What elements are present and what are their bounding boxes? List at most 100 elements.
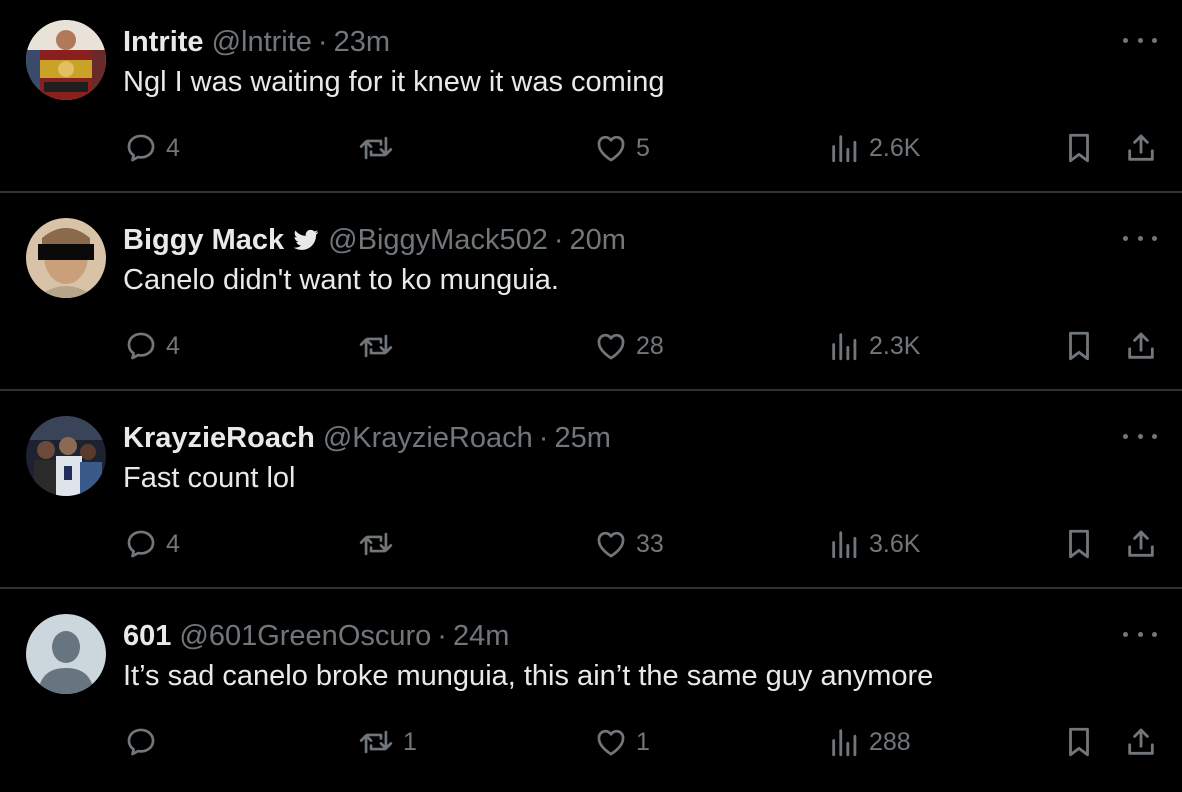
timestamp[interactable]: 23m <box>334 26 390 59</box>
reply-button[interactable]: 4 <box>124 524 180 564</box>
like-count: 5 <box>636 133 650 162</box>
group-photo-avatar-image <box>26 416 106 496</box>
tweet[interactable]: KrayzieRoach @KrayzieRoach · 25m Fast co… <box>0 396 1182 594</box>
display-name[interactable]: Intrite <box>123 26 204 59</box>
tweet-header: 601 @601GreenOscuro · 24m <box>123 618 509 654</box>
bookmark-icon <box>1069 331 1089 361</box>
timestamp[interactable]: 24m <box>453 620 509 653</box>
retweet-button[interactable] <box>357 524 403 564</box>
tweet-actions: 4 5 2.6K <box>0 128 1182 168</box>
avatar[interactable] <box>26 416 106 496</box>
display-name[interactable]: KrayzieRoach <box>123 422 315 455</box>
more-options-icon[interactable] <box>1123 624 1157 644</box>
views-button[interactable]: 288 <box>829 722 911 762</box>
share-button[interactable] <box>1124 128 1158 168</box>
separator-dot: · <box>538 421 549 454</box>
separator-dot: · <box>317 25 328 58</box>
display-name[interactable]: 601 <box>123 620 171 653</box>
reply-button[interactable] <box>124 722 166 762</box>
bookmark-button[interactable] <box>1064 128 1094 168</box>
reply-count: 4 <box>166 331 180 360</box>
analytics-icon <box>832 729 857 757</box>
views-button[interactable]: 2.6K <box>829 128 920 168</box>
tweet-text: It’s sad canelo broke munguia, this ain’… <box>123 660 934 692</box>
timestamp[interactable]: 20m <box>570 224 626 257</box>
verified-bird-icon <box>293 229 319 250</box>
like-count: 28 <box>636 331 664 360</box>
share-button[interactable] <box>1124 722 1158 762</box>
retweet-icon <box>359 334 393 358</box>
share-button[interactable] <box>1124 326 1158 366</box>
reply-count: 4 <box>166 133 180 162</box>
bookmark-button[interactable] <box>1064 524 1094 564</box>
reply-icon <box>127 134 155 162</box>
like-button[interactable]: 28 <box>594 326 664 366</box>
tweet[interactable]: 601 @601GreenOscuro · 24m It’s sad canel… <box>0 594 1182 792</box>
bookmark-button[interactable] <box>1064 722 1094 762</box>
bookmark-icon <box>1069 133 1089 163</box>
retweet-icon <box>359 136 393 160</box>
bookmark-icon <box>1069 529 1089 559</box>
tweet[interactable]: Biggy Mack @BiggyMack502 · 20m Canelo di… <box>0 198 1182 396</box>
tweet-header: Intrite @lntrite · 23m <box>123 24 390 60</box>
retweet-count: 1 <box>403 727 417 756</box>
timestamp[interactable]: 25m <box>554 422 610 455</box>
heart-icon <box>597 729 625 756</box>
retweet-button[interactable] <box>357 128 403 168</box>
more-options-icon[interactable] <box>1123 30 1157 50</box>
more-options-icon[interactable] <box>1123 426 1157 446</box>
view-count: 288 <box>869 727 911 756</box>
views-button[interactable]: 2.3K <box>829 326 920 366</box>
reply-icon <box>127 530 155 558</box>
views-button[interactable]: 3.6K <box>829 524 920 564</box>
heart-icon <box>597 333 625 360</box>
separator-dot: · <box>553 223 564 256</box>
tweet-header: KrayzieRoach @KrayzieRoach · 25m <box>123 420 611 456</box>
avatar[interactable] <box>26 20 106 100</box>
boxer-avatar-image <box>26 20 106 100</box>
default-avatar-image <box>26 614 106 694</box>
reply-icon <box>127 728 155 756</box>
avatar[interactable] <box>26 614 106 694</box>
analytics-icon <box>832 531 857 559</box>
handle[interactable]: @lntrite <box>212 26 312 59</box>
like-count: 1 <box>636 727 650 756</box>
like-button[interactable]: 5 <box>594 128 650 168</box>
view-count: 2.6K <box>869 133 921 162</box>
replies-feed: Intrite @lntrite · 23m Ngl I was waiting… <box>0 0 1182 782</box>
analytics-icon <box>832 333 857 361</box>
censored-face-avatar-image <box>26 218 106 298</box>
tweet-actions: 1 1 288 <box>0 722 1182 762</box>
reply-icon <box>127 332 155 360</box>
like-button[interactable]: 1 <box>594 722 650 762</box>
reply-button[interactable]: 4 <box>124 326 180 366</box>
like-button[interactable]: 33 <box>594 524 664 564</box>
tweet-header: Biggy Mack @BiggyMack502 · 20m <box>123 222 626 258</box>
divider <box>0 587 1182 589</box>
analytics-icon <box>832 135 857 163</box>
bookmark-button[interactable] <box>1064 326 1094 366</box>
share-icon <box>1128 134 1154 161</box>
divider <box>0 191 1182 193</box>
tweet-actions: 4 33 3.6K <box>0 524 1182 564</box>
handle[interactable]: @BiggyMack502 <box>328 224 548 257</box>
reply-count: 4 <box>166 529 180 558</box>
reply-button[interactable]: 4 <box>124 128 180 168</box>
handle[interactable]: @KrayzieRoach <box>323 422 533 455</box>
separator-dot: · <box>437 619 447 652</box>
retweet-button[interactable] <box>357 326 403 366</box>
handle[interactable]: @601GreenOscuro <box>179 620 431 653</box>
retweet-button[interactable]: 1 <box>357 722 417 762</box>
more-options-icon[interactable] <box>1123 228 1157 248</box>
tweet-text: Fast count lol <box>123 462 296 494</box>
heart-icon <box>597 531 625 558</box>
share-icon <box>1128 728 1154 755</box>
share-button[interactable] <box>1124 524 1158 564</box>
display-name[interactable]: Biggy Mack <box>123 224 284 257</box>
tweet-text: Canelo didn't want to ko munguia. <box>123 264 559 296</box>
like-count: 33 <box>636 529 664 558</box>
tweet[interactable]: Intrite @lntrite · 23m Ngl I was waiting… <box>0 0 1182 198</box>
avatar[interactable] <box>26 218 106 298</box>
bookmark-icon <box>1069 727 1089 757</box>
share-icon <box>1128 530 1154 557</box>
